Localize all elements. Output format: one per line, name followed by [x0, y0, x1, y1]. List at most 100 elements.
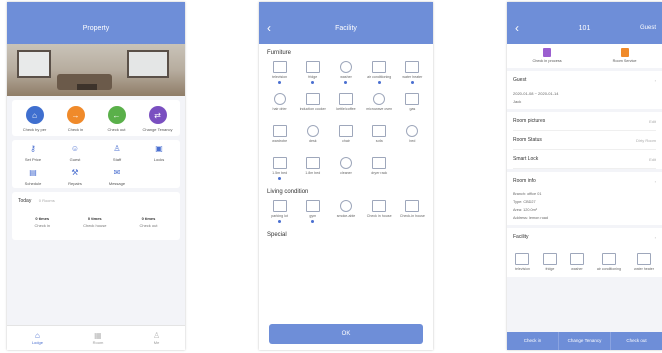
facility-item-check-in-house[interactable]: Check in house [363, 197, 396, 224]
guest-row[interactable]: Guest › [513, 71, 656, 89]
facility-icon [372, 157, 387, 169]
selected-dot-icon [311, 113, 314, 116]
page-title: 101 [578, 25, 591, 32]
guest-icon: ☺ [70, 144, 80, 153]
bottom-tab-bar: ⌂ Lodge ▦ Room ♙ Me [7, 325, 185, 350]
page-title: Facility [335, 25, 357, 32]
facility-icon [272, 200, 287, 212]
quick-action-check-in[interactable]: → Check in [56, 106, 96, 132]
service-schedule[interactable]: ▤ Schedule [12, 168, 54, 186]
stat-check-out[interactable]: 0 times Check out [139, 216, 157, 228]
row-smart-lock[interactable]: Smart Lock Edit [513, 150, 656, 169]
action-room-service[interactable]: Room Service [613, 48, 636, 63]
facility-icon [272, 125, 287, 137]
facility-icon [636, 253, 651, 265]
facility-item-smoke-able[interactable]: smoke-able [329, 197, 362, 224]
header-right-action[interactable]: Guest [640, 25, 656, 31]
tab-room[interactable]: ▦ Room [93, 331, 104, 345]
facility-label: fridge [308, 75, 318, 79]
check-in-button[interactable]: Check in [507, 332, 559, 350]
quick-action-check-out[interactable]: ← Check out [97, 106, 137, 132]
stat-check-in[interactable]: 0 times Check in [35, 216, 51, 228]
today-label: Today [18, 198, 32, 204]
facility-item-washer: washer [569, 250, 584, 271]
room-tab-icon: ▦ [94, 331, 102, 340]
section-title-living-condition: Living condition [267, 189, 309, 195]
room-info-section: Room info › Branch: office 01 Type: CBD2… [507, 172, 662, 225]
facility-item-water-heater[interactable]: water heater [396, 58, 429, 85]
swap-icon: ⇄ [148, 106, 167, 124]
facility-item-check-in-house[interactable]: Check-in house [396, 197, 429, 224]
service-repairs[interactable]: ⚒ Repairs [54, 168, 96, 186]
app-header: ‹ 101 Guest [507, 16, 662, 44]
section-title-furniture: Furniture [267, 50, 292, 56]
quick-action-label: Check in [67, 127, 84, 132]
facility-label: washer [571, 267, 583, 271]
service-guest[interactable]: ☺ Guest [54, 144, 96, 162]
service-set-price[interactable]: ⚷ Set Price [12, 144, 54, 162]
change-tenancy-button[interactable]: Change Tenancy [559, 332, 611, 350]
service-staff[interactable]: ♙ Staff [96, 144, 138, 162]
facility-label: fridge [545, 267, 555, 271]
key-icon: ⚷ [30, 144, 36, 153]
stat-check-house[interactable]: 0 times Check house [83, 216, 106, 228]
facility-item-gas[interactable]: gas [396, 90, 429, 117]
facility-item-television: television [515, 250, 530, 271]
selected-dot-icon [278, 113, 281, 116]
stat-value: 0 times [141, 216, 156, 221]
facility-label: 1.5m bed [272, 171, 288, 175]
facility-item-cleaner[interactable]: cleaner [329, 154, 362, 181]
row-room-pictures[interactable]: Room pictures Edit [513, 112, 656, 131]
facility-icon [542, 253, 557, 265]
today-card: Today 0 Rooms 0 times Check in 0 times C… [12, 192, 180, 240]
service-locks[interactable]: ▣ Locks [138, 144, 180, 162]
selected-dot-icon [377, 81, 381, 84]
facility-item-gym[interactable]: gym [296, 197, 329, 224]
action-check-in-process[interactable]: Check in process [533, 48, 562, 63]
row-room-status[interactable]: Room Status Dirty Room [513, 131, 656, 150]
facility-label: washer [340, 75, 352, 79]
facility-item-kettle-coffee[interactable]: kettle/coffee [329, 90, 362, 117]
facility-item-hair-drier[interactable]: hair drier [263, 90, 296, 117]
selected-dot-icon [278, 145, 281, 148]
facility-item-dryer-rack[interactable]: dryer rack [363, 154, 396, 181]
facility-item-1-5m-bed[interactable]: 1.5m bed [263, 154, 296, 181]
facility-item-chair[interactable]: chair [329, 122, 362, 149]
facility-item-television[interactable]: television [263, 58, 296, 85]
facility-icon [339, 200, 352, 212]
status-bar [259, 2, 433, 16]
facility-icon [601, 253, 616, 265]
room-rows: Room pictures Edit Room Status Dirty Roo… [507, 112, 662, 169]
quick-action-check-by-per[interactable]: ⌂ Check by per [15, 106, 55, 132]
facility-icon [339, 157, 352, 169]
facility-icon [272, 157, 287, 169]
facility-item-1-8m-bed[interactable]: 1.8m bed [296, 154, 329, 181]
quick-action-label: Check by per [22, 127, 47, 132]
facility-header[interactable]: Facility › [513, 228, 656, 246]
facility-item-desk[interactable]: desk [296, 122, 329, 149]
facility-item-air-conditioning[interactable]: air conditioning [363, 58, 396, 85]
facility-item-fridge[interactable]: fridge [296, 58, 329, 85]
facility-item-parking-lot[interactable]: parking lot [263, 197, 296, 224]
ok-button[interactable]: OK [269, 324, 423, 344]
service-label: Repairs [68, 181, 82, 186]
tab-me[interactable]: ♙ Me [153, 331, 160, 345]
tab-lodge[interactable]: ⌂ Lodge [32, 331, 43, 345]
quick-action-change-tenancy[interactable]: ⇄ Change Tenancy [138, 106, 178, 132]
service-message[interactable]: ✉ Message [96, 168, 138, 186]
facility-item-wardrobe[interactable]: wardrobe [263, 122, 296, 149]
facility-item-bed[interactable]: bed [396, 122, 429, 149]
facility-item-microwave-oven[interactable]: microwave oven [363, 90, 396, 117]
facility-item-induction-cooker[interactable]: induction cooker [296, 90, 329, 117]
facility-item-washer[interactable]: washer [329, 58, 362, 85]
facility-icon [405, 61, 420, 73]
facility-icon [305, 200, 320, 212]
selected-dot-icon [378, 113, 381, 116]
check-out-button[interactable]: Check out [611, 332, 662, 350]
app-header: Property [7, 16, 185, 44]
room-info-header[interactable]: Room info › [513, 172, 656, 190]
facility-item-sofa[interactable]: sofa [363, 122, 396, 149]
selected-dot-icon [411, 113, 414, 116]
facility-label: kettle/coffee [336, 107, 356, 111]
facility-label: smoke-able [336, 214, 356, 218]
